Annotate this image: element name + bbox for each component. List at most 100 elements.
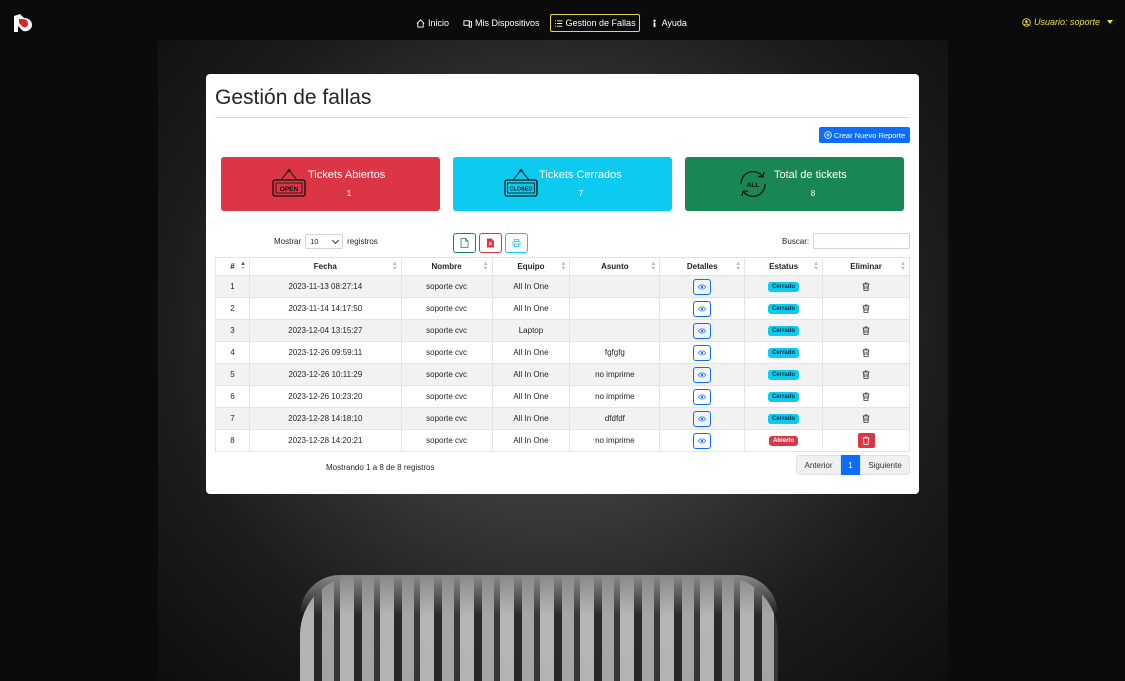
eye-icon [698, 284, 707, 289]
header-equipo[interactable]: Equipo ▲ ▼ [491, 257, 571, 276]
navbar: Inicio Mis Dispositivos Gestion de Falla… [0, 0, 1125, 46]
cell-nombre: soporte cvc [400, 429, 493, 452]
cell-number: 3 [215, 319, 250, 342]
header-number[interactable]: # ▲ ▼ [215, 257, 250, 276]
trash-icon[interactable] [862, 304, 870, 314]
sort-icon: ▲ ▼ [735, 261, 742, 272]
cell-equipo: Laptop [491, 319, 571, 342]
new-report-button[interactable]: Crear Nuevo Reporte [819, 127, 910, 143]
show-label: Mostrar [274, 237, 302, 246]
view-details-button[interactable] [693, 344, 712, 361]
cell-eliminar [822, 341, 910, 364]
tickets-table: # ▲ ▼ Fecha ▲ ▼ Nombre ▲ ▼ Equipo ▲ ▼ Asunto ▲ ▼ D… [215, 257, 910, 452]
cell-fecha: 2023-12-26 09:59:11 [248, 341, 402, 364]
stat-card-total: ALL Total de tickets 8 [685, 157, 904, 211]
trash-icon[interactable] [862, 348, 870, 358]
cell-equipo: All In One [491, 275, 571, 298]
page-length-select[interactable]: 10 [305, 234, 344, 249]
header-estatus[interactable]: Estatus ▲ ▼ [744, 257, 824, 276]
export-pdf-button[interactable] [479, 233, 502, 253]
table-row: 6 2023-12-26 10:23:20 soporte cvc All In On… [215, 385, 910, 408]
new-report-label: Crear Nuevo Reporte [833, 130, 906, 140]
cell-number: 7 [215, 407, 250, 430]
trash-icon[interactable] [862, 370, 870, 380]
header-asunto[interactable]: Asunto ▲ ▼ [569, 257, 661, 276]
divider [215, 117, 910, 118]
eye-icon [698, 350, 707, 355]
stat-label: Tickets Cerrados [539, 169, 622, 181]
cell-nombre: soporte cvc [400, 275, 493, 298]
trash-icon[interactable] [862, 414, 870, 424]
cell-number: 4 [215, 341, 250, 364]
table-info: Mostrando 1 a 8 de 8 registros [326, 463, 435, 472]
view-details-button[interactable] [693, 300, 712, 317]
eye-icon [698, 394, 707, 399]
search-input[interactable] [813, 233, 911, 249]
search-control: Buscar: [782, 233, 911, 249]
trash-icon [862, 436, 870, 445]
header-detalles[interactable]: Detalles ▲ ▼ [659, 257, 746, 276]
view-details-button[interactable] [693, 322, 712, 339]
cell-nombre: soporte cvc [400, 297, 493, 320]
page-1-button[interactable]: 1 [841, 455, 860, 475]
export-csv-button[interactable] [453, 233, 476, 253]
sort-icon: ▲ ▼ [650, 261, 657, 272]
table-row: 1 2023-11-13 08:27:14 soporte cvc All In On… [215, 275, 910, 298]
view-details-button[interactable] [693, 278, 712, 295]
cell-detalles [659, 275, 746, 298]
svg-text:OPEN: OPEN [280, 186, 299, 193]
svg-text:ALL: ALL [747, 182, 760, 189]
cell-estatus: Cerrado [744, 363, 824, 386]
view-details-button[interactable] [693, 410, 712, 427]
cell-eliminar [822, 297, 910, 320]
next-page-button[interactable]: Siguiente [860, 455, 910, 475]
cell-equipo: All In One [491, 363, 571, 386]
cell-estatus: Abierto [744, 429, 824, 452]
trash-icon[interactable] [862, 326, 870, 336]
user-menu[interactable]: Usuario: soporte [1022, 17, 1113, 27]
table-row: 3 2023-12-04 13:15:27 soporte cvc Laptop Cer… [215, 319, 910, 342]
cell-detalles [659, 363, 746, 386]
cell-nombre: soporte cvc [400, 385, 493, 408]
status-badge: Cerrado [768, 282, 800, 292]
file-icon [460, 238, 469, 248]
cell-equipo: All In One [491, 429, 571, 452]
table-row: 5 2023-12-26 10:11:29 soporte cvc All In On… [215, 363, 910, 386]
view-details-button[interactable] [693, 388, 712, 405]
cell-asunto: no imprime [569, 385, 661, 408]
table-row: 2 2023-11-14 14:17:50 soporte cvc All In On… [215, 297, 910, 320]
cell-eliminar [822, 407, 910, 430]
records-label: registros [347, 237, 378, 246]
printer-icon [512, 239, 521, 247]
cell-detalles [659, 407, 746, 430]
brand-logo-icon[interactable] [12, 12, 34, 34]
trash-icon[interactable] [862, 282, 870, 292]
delete-button[interactable] [857, 433, 875, 448]
cell-detalles [659, 429, 746, 452]
header-fecha[interactable]: Fecha ▲ ▼ [248, 257, 402, 276]
trash-icon[interactable] [862, 392, 870, 402]
cell-asunto [569, 297, 661, 320]
header-eliminar[interactable]: Eliminar ▲ ▼ [822, 257, 910, 276]
stat-value: 1 [346, 189, 352, 198]
status-badge: Cerrado [768, 304, 800, 314]
nav-link-gestion-fallas[interactable]: Gestion de Fallas [549, 14, 640, 32]
cell-number: 5 [215, 363, 250, 386]
cell-fecha: 2023-11-14 14:17:50 [248, 297, 402, 320]
print-button[interactable] [505, 233, 528, 253]
view-details-button[interactable] [693, 366, 712, 383]
chevron-down-icon [332, 236, 340, 244]
status-badge: Cerrado [768, 348, 800, 358]
view-details-button[interactable] [693, 432, 712, 449]
nav-link-dispositivos[interactable]: Mis Dispositivos [459, 14, 544, 32]
status-badge: Cerrado [768, 414, 800, 424]
nav-link-ayuda[interactable]: Ayuda [646, 14, 691, 32]
page-length-value: 10 [310, 237, 319, 246]
nav-link-inicio[interactable]: Inicio [412, 14, 453, 32]
cell-nombre: soporte cvc [400, 341, 493, 364]
header-nombre[interactable]: Nombre ▲ ▼ [400, 257, 493, 276]
status-badge: Cerrado [768, 370, 800, 380]
prev-page-button[interactable]: Anterior [796, 455, 841, 475]
cell-nombre: soporte cvc [400, 319, 493, 342]
page-length-control: Mostrar 10 registros [274, 234, 378, 249]
